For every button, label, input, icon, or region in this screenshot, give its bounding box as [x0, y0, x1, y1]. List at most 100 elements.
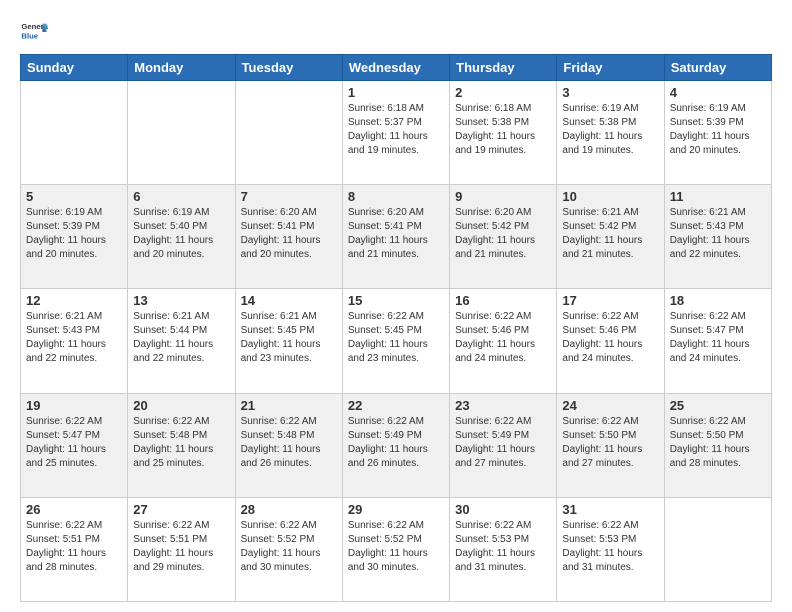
day-info: Sunrise: 6:22 AMSunset: 5:45 PMDaylight:…	[348, 311, 428, 364]
day-number: 13	[133, 293, 229, 308]
day-number: 19	[26, 398, 122, 413]
day-info: Sunrise: 6:22 AMSunset: 5:49 PMDaylight:…	[348, 416, 428, 469]
day-info: Sunrise: 6:20 AMSunset: 5:41 PMDaylight:…	[241, 207, 321, 260]
calendar-cell: 16Sunrise: 6:22 AMSunset: 5:46 PMDayligh…	[450, 289, 557, 393]
day-number: 2	[455, 85, 551, 100]
calendar-cell: 2 Sunrise: 6:18 AMSunset: 5:38 PMDaylight…	[450, 81, 557, 185]
day-number: 10	[562, 189, 658, 204]
day-number: 21	[241, 398, 337, 413]
day-info: Sunrise: 6:22 AMSunset: 5:48 PMDaylight:…	[241, 416, 321, 469]
day-number: 20	[133, 398, 229, 413]
day-info: Sunrise: 6:19 AMSunset: 5:40 PMDaylight:…	[133, 207, 213, 260]
weekday-header-sunday: Sunday	[21, 55, 128, 81]
calendar-cell: 21 Sunrise: 6:22 AMSunset: 5:48 PMDayligh…	[235, 393, 342, 497]
day-number: 27	[133, 502, 229, 517]
weekday-header-row: SundayMondayTuesdayWednesdayThursdayFrid…	[21, 55, 772, 81]
day-number: 11	[670, 189, 766, 204]
calendar-cell: 13 Sunrise: 6:21 AMSunset: 5:44 PMDayligh…	[128, 289, 235, 393]
day-info: Sunrise: 6:22 AMSunset: 5:47 PMDaylight:…	[670, 311, 750, 364]
day-info: Sunrise: 6:22 AMSunset: 5:51 PMDaylight:…	[133, 520, 213, 573]
week-row-4: 19 Sunrise: 6:22 AMSunset: 5:47 PMDayligh…	[21, 393, 772, 497]
day-number: 24	[562, 398, 658, 413]
week-row-1: 1 Sunrise: 6:18 AMSunset: 5:37 PMDaylight…	[21, 81, 772, 185]
weekday-header-thursday: Thursday	[450, 55, 557, 81]
calendar-cell: 12 Sunrise: 6:21 AMSunset: 5:43 PMDayligh…	[21, 289, 128, 393]
calendar-cell	[664, 497, 771, 601]
page: General Blue SundayMondayTuesdayWednesda…	[0, 0, 792, 612]
day-number: 6	[133, 189, 229, 204]
calendar-cell: 19 Sunrise: 6:22 AMSunset: 5:47 PMDayligh…	[21, 393, 128, 497]
day-info: Sunrise: 6:21 AMSunset: 5:44 PMDaylight:…	[133, 311, 213, 364]
calendar-cell: 27 Sunrise: 6:22 AMSunset: 5:51 PMDayligh…	[128, 497, 235, 601]
day-info: Sunrise: 6:20 AMSunset: 5:41 PMDaylight:…	[348, 207, 428, 260]
day-info: Sunrise: 6:22 AMSunset: 5:53 PMDaylight:…	[562, 520, 642, 573]
day-info: Sunrise: 6:19 AMSunset: 5:39 PMDaylight:…	[670, 103, 750, 156]
day-number: 7	[241, 189, 337, 204]
calendar-cell: 23 Sunrise: 6:22 AMSunset: 5:49 PMDayligh…	[450, 393, 557, 497]
calendar-cell: 20Sunrise: 6:22 AMSunset: 5:48 PMDayligh…	[128, 393, 235, 497]
calendar-cell: 17Sunrise: 6:22 AMSunset: 5:46 PMDayligh…	[557, 289, 664, 393]
calendar-cell: 10 Sunrise: 6:21 AMSunset: 5:42 PMDayligh…	[557, 185, 664, 289]
calendar-cell: 31 Sunrise: 6:22 AMSunset: 5:53 PMDayligh…	[557, 497, 664, 601]
day-info: Sunrise: 6:22 AMSunset: 5:53 PMDaylight:…	[455, 520, 535, 573]
week-row-2: 5 Sunrise: 6:19 AMSunset: 5:39 PMDaylight…	[21, 185, 772, 289]
day-number: 5	[26, 189, 122, 204]
day-info: Sunrise: 6:22 AMSunset: 5:46 PMDaylight:…	[455, 311, 535, 364]
day-number: 28	[241, 502, 337, 517]
calendar-cell: 7 Sunrise: 6:20 AMSunset: 5:41 PMDaylight…	[235, 185, 342, 289]
day-number: 18	[670, 293, 766, 308]
calendar-cell: 25Sunrise: 6:22 AMSunset: 5:50 PMDayligh…	[664, 393, 771, 497]
day-info: Sunrise: 6:21 AMSunset: 5:45 PMDaylight:…	[241, 311, 321, 364]
day-number: 15	[348, 293, 444, 308]
calendar-cell: 5 Sunrise: 6:19 AMSunset: 5:39 PMDaylight…	[21, 185, 128, 289]
weekday-header-saturday: Saturday	[664, 55, 771, 81]
calendar-cell: 14 Sunrise: 6:21 AMSunset: 5:45 PMDayligh…	[235, 289, 342, 393]
day-number: 8	[348, 189, 444, 204]
day-number: 14	[241, 293, 337, 308]
day-info: Sunrise: 6:21 AMSunset: 5:42 PMDaylight:…	[562, 207, 642, 260]
day-info: Sunrise: 6:22 AMSunset: 5:50 PMDaylight:…	[562, 416, 642, 469]
day-number: 3	[562, 85, 658, 100]
weekday-header-monday: Monday	[128, 55, 235, 81]
day-number: 31	[562, 502, 658, 517]
day-number: 17	[562, 293, 658, 308]
day-number: 12	[26, 293, 122, 308]
calendar-cell: 8 Sunrise: 6:20 AMSunset: 5:41 PMDaylight…	[342, 185, 449, 289]
calendar-cell: 6 Sunrise: 6:19 AMSunset: 5:40 PMDaylight…	[128, 185, 235, 289]
day-info: Sunrise: 6:19 AMSunset: 5:39 PMDaylight:…	[26, 207, 106, 260]
day-number: 9	[455, 189, 551, 204]
header: General Blue	[20, 16, 772, 46]
calendar-cell: 1 Sunrise: 6:18 AMSunset: 5:37 PMDaylight…	[342, 81, 449, 185]
calendar-cell: 26Sunrise: 6:22 AMSunset: 5:51 PMDayligh…	[21, 497, 128, 601]
calendar-cell: 29Sunrise: 6:22 AMSunset: 5:52 PMDayligh…	[342, 497, 449, 601]
week-row-3: 12 Sunrise: 6:21 AMSunset: 5:43 PMDayligh…	[21, 289, 772, 393]
day-number: 29	[348, 502, 444, 517]
day-info: Sunrise: 6:18 AMSunset: 5:38 PMDaylight:…	[455, 103, 535, 156]
calendar-cell: 3Sunrise: 6:19 AMSunset: 5:38 PMDaylight…	[557, 81, 664, 185]
logo-icon: General Blue	[20, 18, 48, 46]
day-info: Sunrise: 6:21 AMSunset: 5:43 PMDaylight:…	[670, 207, 750, 260]
day-number: 22	[348, 398, 444, 413]
day-number: 25	[670, 398, 766, 413]
day-info: Sunrise: 6:22 AMSunset: 5:47 PMDaylight:…	[26, 416, 106, 469]
day-number: 1	[348, 85, 444, 100]
day-info: Sunrise: 6:22 AMSunset: 5:52 PMDaylight:…	[241, 520, 321, 573]
day-info: Sunrise: 6:18 AMSunset: 5:37 PMDaylight:…	[348, 103, 428, 156]
calendar-cell	[235, 81, 342, 185]
calendar-cell: 18 Sunrise: 6:22 AMSunset: 5:47 PMDayligh…	[664, 289, 771, 393]
day-info: Sunrise: 6:21 AMSunset: 5:43 PMDaylight:…	[26, 311, 106, 364]
day-number: 23	[455, 398, 551, 413]
week-row-5: 26 Sunrise: 6:22 AMSunset: 5:51 PMDayligh…	[21, 497, 772, 601]
logo: General Blue	[20, 16, 48, 46]
calendar-table: SundayMondayTuesdayWednesdayThursdayFrid…	[20, 54, 772, 602]
day-info: Sunrise: 6:22 AMSunset: 5:49 PMDaylight:…	[455, 416, 535, 469]
day-number: 4	[670, 85, 766, 100]
day-number: 30	[455, 502, 551, 517]
calendar-cell	[21, 81, 128, 185]
calendar-cell: 22 Sunrise: 6:22 AMSunset: 5:49 PMDayligh…	[342, 393, 449, 497]
calendar-cell: 15 Sunrise: 6:22 AMSunset: 5:45 PMDayligh…	[342, 289, 449, 393]
calendar-cell: 28 Sunrise: 6:22 AMSunset: 5:52 PMDayligh…	[235, 497, 342, 601]
calendar-cell: 11 Sunrise: 6:21 AMSunset: 5:43 PMDayligh…	[664, 185, 771, 289]
calendar-cell	[128, 81, 235, 185]
day-number: 26	[26, 502, 122, 517]
